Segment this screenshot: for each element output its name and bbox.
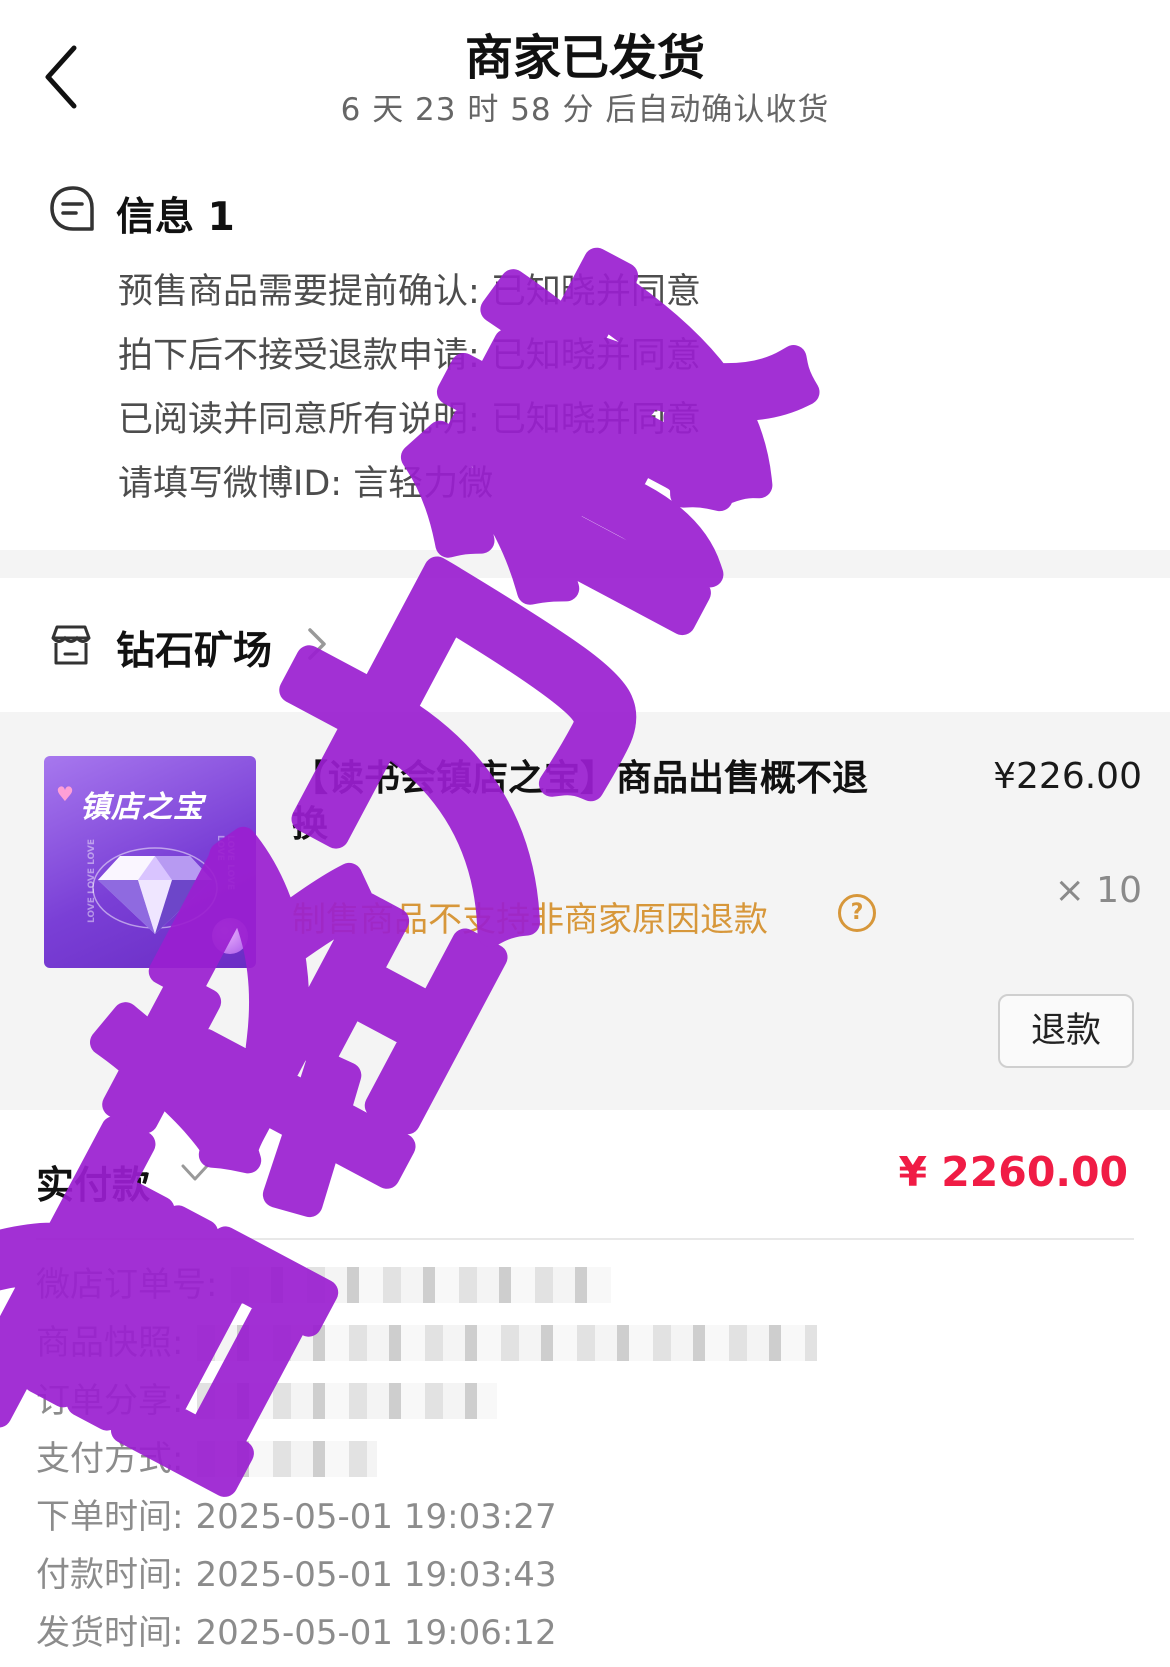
order-details: 微店订单号: 商品快照: 订单分享: 支付方式: 下单时间: 2025-05-0… (36, 1256, 818, 1662)
detail-row: 订单分享: (36, 1372, 817, 1430)
detail-row: 发货时间: 2025-05-01 19:06:12 (36, 1604, 817, 1662)
paid-amount-value: ¥ 2260.00 (898, 1148, 1128, 1196)
divider (36, 1238, 1134, 1240)
payment-time: 2025-05-01 19:03:43 (195, 1555, 557, 1595)
detail-row: 商品快照: (36, 1314, 818, 1372)
detail-label: 订单分享: (36, 1381, 184, 1421)
info-item: 已阅读并同意所有说明: 已知晓并同意 (118, 400, 701, 440)
shop-name-link[interactable]: 钻石矿场 (116, 620, 272, 676)
product-card[interactable]: ♥ 镇店之宝 LOVE LOVE LOVE LOVE LOVE LOVE 【读书… (0, 712, 1170, 1110)
redacted-mosaic (197, 1383, 498, 1419)
detail-label: 商品快照: (36, 1323, 184, 1363)
detail-row: 下单时间: 2025-05-01 19:03:27 (36, 1488, 817, 1546)
refund-policy-note: 制售商品不支持非商家原因退款 (292, 900, 768, 940)
detail-label: 付款时间: (36, 1555, 184, 1595)
redacted-mosaic (197, 1441, 378, 1477)
paid-amount-label[interactable]: 实付款 (36, 1154, 150, 1209)
refund-button[interactable]: 退款 (998, 994, 1134, 1068)
info-item: 预售商品需要提前确认: 已知晓并同意 (118, 272, 701, 312)
page-title: 商家已发货 (464, 30, 705, 86)
redacted-mosaic (231, 1267, 612, 1303)
section-divider (0, 550, 1170, 578)
redacted-mosaic (197, 1325, 818, 1361)
detail-label: 微店订单号: (36, 1265, 218, 1305)
info-section-title: 信息 1 (116, 195, 235, 240)
product-title[interactable]: 【读书会镇店之宝】商品出售概不退换 (292, 756, 882, 848)
info-item: 请填写微博ID: 言轻力微 (118, 464, 494, 504)
message-icon (48, 184, 98, 234)
detail-row: 支付方式: (36, 1430, 817, 1488)
product-thumbnail[interactable]: ♥ 镇店之宝 LOVE LOVE LOVE LOVE LOVE LOVE (44, 756, 256, 968)
product-price: ¥226.00 (993, 756, 1142, 797)
detail-row: 付款时间: 2025-05-01 19:03:43 (36, 1546, 817, 1604)
shipping-time: 2025-05-01 19:06:12 (195, 1613, 557, 1653)
detail-label: 发货时间: (36, 1613, 184, 1653)
chevron-down-icon[interactable] (180, 1162, 210, 1184)
auto-confirm-countdown: 6 天 23 时 58 分 后自动确认收货 (340, 92, 830, 128)
chevron-right-icon[interactable] (306, 624, 328, 664)
store-icon[interactable] (48, 622, 94, 668)
detail-label: 下单时间: (36, 1497, 184, 1537)
diamond-icon (92, 847, 218, 934)
question-circle-icon[interactable]: ? (838, 894, 876, 932)
info-item: 拍下后不接受退款申请: 已知晓并同意 (118, 336, 701, 376)
product-quantity: × 10 (1054, 870, 1142, 911)
info-list: 预售商品需要提前确认: 已知晓并同意 拍下后不接受退款申请: 已知晓并同意 已阅… (118, 260, 701, 516)
detail-row: 微店订单号: (36, 1256, 817, 1314)
heart-icon: ♥ (56, 782, 74, 806)
order-time: 2025-05-01 19:03:27 (195, 1497, 557, 1537)
detail-label: 支付方式: (36, 1439, 184, 1479)
decorative-ball (212, 918, 248, 954)
